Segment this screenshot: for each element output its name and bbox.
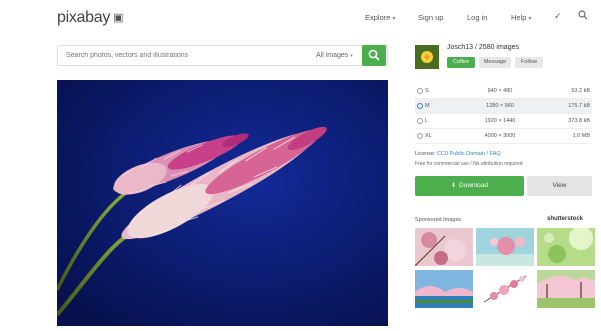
size-dimensions: 640 × 480 <box>487 88 513 94</box>
size-options-table: S 640 × 480 53.2 kB M 1280 × 960 175.7 k… <box>415 84 592 144</box>
search-icon[interactable] <box>578 10 588 22</box>
size-label: L <box>425 118 429 124</box>
nav-signup[interactable]: Sign up <box>418 13 443 22</box>
sponsored-thumbnail[interactable] <box>476 228 534 266</box>
license-note: Free for commercial use / No attribution… <box>415 161 523 167</box>
top-header: pixabay ▣ Explore ▾ Sign up Log in Help ▾ ✓ <box>0 0 601 36</box>
size-label: S <box>425 88 429 94</box>
camera-logo-icon: ▣ <box>113 12 124 24</box>
size-filesize: 53.2 kB <box>571 88 590 94</box>
search-type-select[interactable]: All images ▾ <box>316 52 353 59</box>
nav-explore[interactable]: Explore ▾ <box>365 13 395 22</box>
search-type-label: All images <box>316 52 349 59</box>
nav-explore-label: Explore <box>365 13 391 22</box>
search-bar: All images▾ <box>57 45 388 66</box>
search-icon <box>368 49 380 61</box>
radio-button[interactable] <box>417 133 423 139</box>
nav-signup-label: Sign up <box>418 13 444 22</box>
size-option-l[interactable]: L 1920 × 1440 373.8 kB <box>415 114 592 129</box>
chevron-down-icon: ▾ <box>350 53 353 59</box>
size-option-s[interactable]: S 640 × 480 53.2 kB <box>415 84 592 99</box>
message-button[interactable]: Message <box>479 57 511 68</box>
size-dimensions: 4000 × 3000 <box>484 133 516 139</box>
radio-button[interactable] <box>417 88 423 94</box>
nav-help-label: Help <box>511 13 527 22</box>
sponsored-thumbnail[interactable] <box>537 228 595 266</box>
size-filesize: 175.7 kB <box>568 103 590 109</box>
view-button[interactable]: View <box>527 176 592 196</box>
nav-login[interactable]: Log in <box>467 13 487 22</box>
checkmark-icon[interactable]: ✓ <box>554 11 562 22</box>
logo-text: pixabay <box>57 9 111 26</box>
follow-button[interactable]: Follow <box>515 57 543 68</box>
chevron-down-icon: ▾ <box>528 16 532 22</box>
search-input[interactable] <box>66 52 296 59</box>
license-prefix: License: <box>415 151 438 157</box>
download-icon: ⬇ <box>451 183 457 189</box>
nav-help[interactable]: Help ▾ <box>511 13 531 22</box>
sponsored-thumbnail[interactable] <box>476 270 534 308</box>
radio-button[interactable] <box>417 118 423 124</box>
radio-button-selected[interactable] <box>417 103 423 109</box>
search-button[interactable] <box>362 45 386 66</box>
coffee-button[interactable]: Coffee <box>447 57 475 68</box>
author-avatar[interactable] <box>415 45 439 69</box>
sponsored-thumbnail[interactable] <box>537 270 595 308</box>
pixabay-logo[interactable]: pixabay ▣ <box>57 9 123 27</box>
size-label: XL <box>425 133 432 139</box>
author-name[interactable]: Josch13 / 2580 images <box>447 44 519 51</box>
license-link[interactable]: CC0 Public Domain / FAQ <box>437 151 501 157</box>
sponsored-thumbnail[interactable] <box>415 270 473 308</box>
size-filesize: 373.8 kB <box>568 118 590 124</box>
sponsored-thumbnail[interactable] <box>415 228 473 266</box>
nav-login-label: Log in <box>467 13 488 22</box>
size-dimensions: 1920 × 1440 <box>484 118 516 124</box>
license-line: License: CC0 Public Domain / FAQ <box>415 151 501 157</box>
download-button[interactable]: ⬇ Download <box>415 176 524 196</box>
size-option-m[interactable]: M 1280 × 960 175.7 kB <box>415 99 592 114</box>
size-option-xl[interactable]: XL 4000 × 3000 1.0 MB <box>415 129 592 144</box>
size-dimensions: 1280 × 960 <box>486 103 514 109</box>
shutterstock-logo[interactable]: shutterstock <box>547 216 583 222</box>
chevron-down-icon: ▾ <box>392 16 396 22</box>
download-label: Download <box>459 182 488 189</box>
main-photo[interactable] <box>57 80 388 326</box>
size-filesize: 1.0 MB <box>572 133 590 139</box>
sponsored-label: Sponsored Images <box>415 217 462 223</box>
size-label: M <box>425 103 430 109</box>
